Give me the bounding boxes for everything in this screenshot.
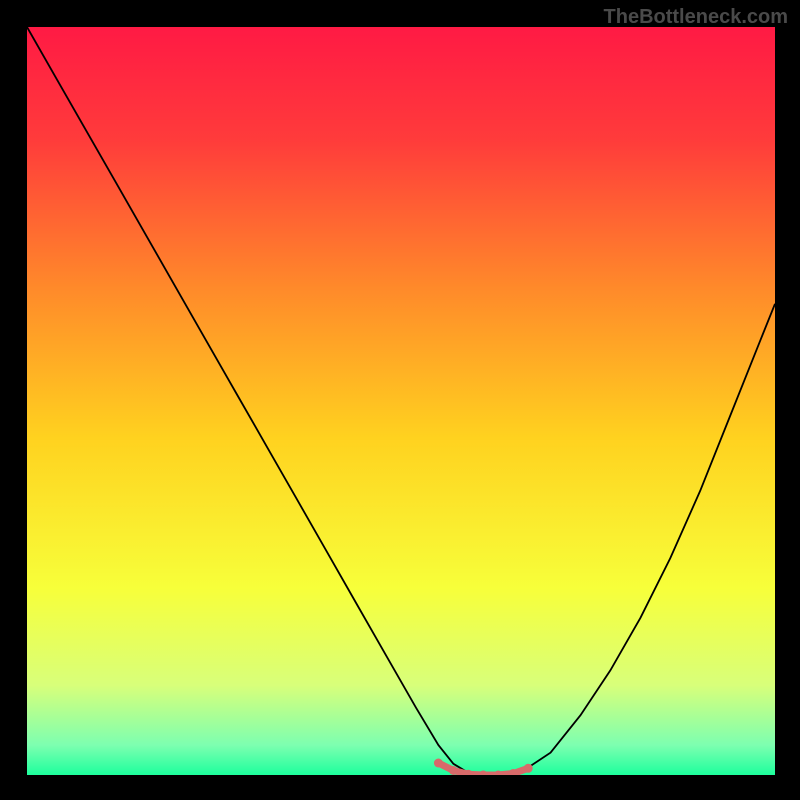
gradient-background [27, 27, 775, 775]
highlight-dot [449, 766, 458, 775]
highlight-dot [524, 764, 533, 773]
bottleneck-curve-chart [27, 27, 775, 775]
chart-container [27, 27, 775, 775]
watermark-text: TheBottleneck.com [604, 6, 788, 29]
highlight-dot [434, 759, 443, 768]
